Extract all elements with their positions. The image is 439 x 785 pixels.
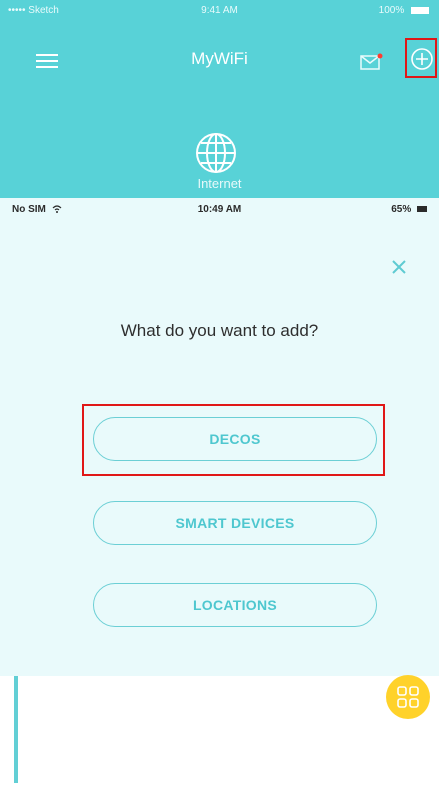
- grid-icon: [397, 686, 419, 708]
- smart-devices-button[interactable]: SMART DEVICES: [93, 501, 377, 545]
- modal-battery: 65%: [391, 204, 427, 215]
- battery-icon: [411, 6, 429, 14]
- status-time: 9:41 AM: [201, 5, 238, 16]
- decos-highlight: [82, 404, 385, 476]
- add-button-highlight: [405, 38, 437, 78]
- left-accent-bar: [14, 676, 18, 783]
- modal-heading: What do you want to add?: [120, 321, 319, 340]
- globe-icon: [196, 133, 236, 173]
- status-bar-top: ••••• Sketch 9:41 AM 100%: [0, 0, 439, 22]
- internet-label: Internet: [197, 176, 242, 191]
- battery-icon: [417, 206, 427, 213]
- close-icon[interactable]: [390, 258, 408, 276]
- status-bar-modal: No SIM 10:49 AM 65%: [0, 198, 439, 220]
- fab-button[interactable]: [386, 675, 430, 719]
- mail-icon[interactable]: [360, 53, 384, 71]
- battery-status: 100%: [379, 5, 429, 16]
- battery-percent: 100%: [378, 5, 405, 16]
- background-app-header: ••••• Sketch 9:41 AM 100% MyWiFi Interne…: [0, 0, 439, 198]
- modal-time: 10:49 AM: [197, 204, 242, 215]
- locations-button[interactable]: LOCATIONS: [93, 583, 377, 627]
